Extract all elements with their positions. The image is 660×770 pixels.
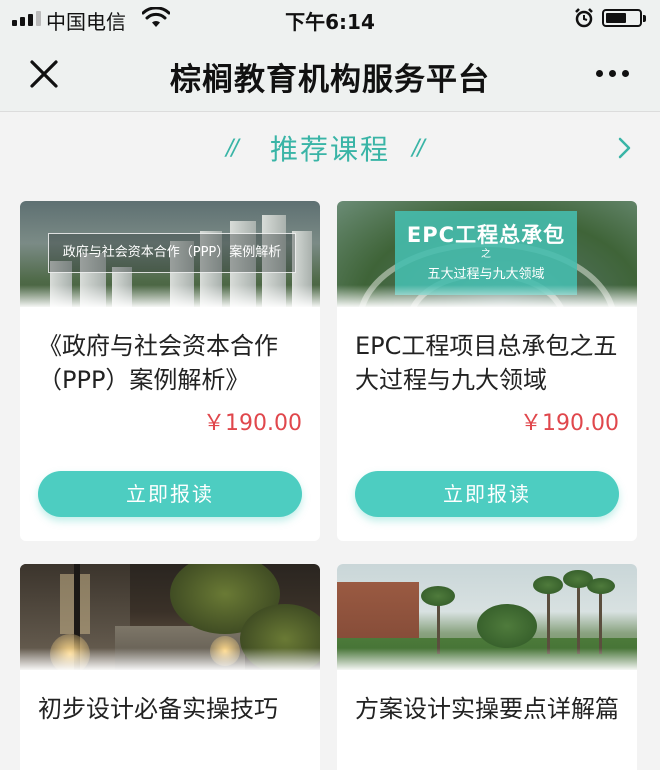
enroll-button[interactable]: 立即报读 bbox=[355, 471, 619, 517]
course-image-caption: 政府与社会资本合作（PPP）案例解析 bbox=[48, 233, 296, 273]
section-right-deco: // bbox=[412, 136, 425, 161]
course-image: EPC工程总承包 之 五大过程与九大领域 bbox=[337, 201, 637, 307]
enroll-button[interactable]: 立即报读 bbox=[38, 471, 302, 517]
course-title: 方案设计实操要点详解篇 bbox=[355, 695, 619, 723]
course-card[interactable]: 政府与社会资本合作（PPP）案例解析 《政府与社会资本合作（PPP）案例解析》 … bbox=[20, 201, 320, 541]
more-icon[interactable] bbox=[596, 70, 629, 77]
alarm-icon bbox=[575, 8, 593, 28]
status-bar: 中国电信 下午6:14 bbox=[0, 0, 660, 36]
course-image-caption-sub: 之 bbox=[481, 249, 491, 260]
course-price: ￥190.00 bbox=[203, 411, 302, 436]
course-title: EPC工程项目总承包之五大过程与九大领域 bbox=[355, 332, 618, 394]
course-image bbox=[337, 564, 637, 670]
section-title: 推荐课程 bbox=[269, 133, 390, 166]
status-time: 下午6:14 bbox=[285, 10, 375, 34]
course-image-banner: EPC工程总承包 之 五大过程与九大领域 bbox=[395, 211, 577, 295]
nav-bar: 棕榈教育机构服务平台 bbox=[0, 36, 660, 112]
course-image: 政府与社会资本合作（PPP）案例解析 bbox=[20, 201, 320, 307]
course-image-caption-line2: 五大过程与九大领域 bbox=[427, 267, 545, 282]
course-card[interactable]: EPC工程总承包 之 五大过程与九大领域 EPC工程项目总承包之五大过程与九大领… bbox=[337, 201, 637, 541]
course-title: 《政府与社会资本合作（PPP）案例解析》 bbox=[38, 332, 278, 394]
course-card[interactable]: 初步设计必备实操技巧 bbox=[20, 564, 320, 770]
course-price: ￥190.00 bbox=[520, 411, 619, 436]
course-image bbox=[20, 564, 320, 670]
course-title: 初步设计必备实操技巧 bbox=[38, 695, 278, 723]
course-image-caption: EPC工程总承包 bbox=[406, 223, 566, 247]
page-title: 棕榈教育机构服务平台 bbox=[170, 62, 490, 98]
course-card[interactable]: 方案设计实操要点详解篇 bbox=[337, 564, 637, 770]
battery-icon bbox=[602, 9, 646, 27]
chevron-right-icon[interactable] bbox=[618, 137, 632, 159]
